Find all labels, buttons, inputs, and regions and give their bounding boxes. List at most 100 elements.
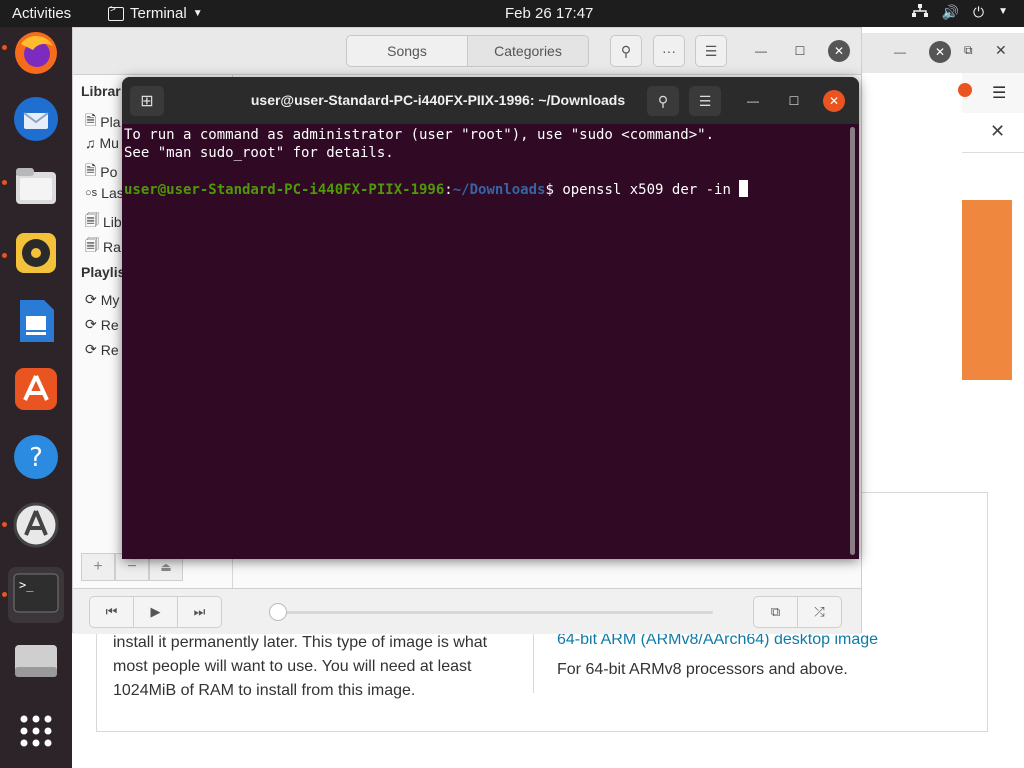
sidebar-item-play-queue[interactable]: 🗎 Pla — [85, 110, 121, 134]
restore-icon[interactable]: ⧉ — [964, 43, 973, 58]
running-indicator — [2, 253, 7, 258]
sidebar-item-my-top-rated[interactable]: ⟳ My — [85, 291, 119, 308]
menu-button[interactable]: ☰ — [695, 35, 727, 67]
arm-image-description: For 64-bit ARMv8 processors and above. — [557, 661, 848, 678]
dock-app-center[interactable] — [8, 363, 64, 419]
shuffle-button[interactable]: ⤮ — [797, 596, 842, 628]
terminal-scrollbar[interactable] — [850, 127, 855, 555]
close-icon[interactable]: ✕ — [990, 121, 1005, 142]
prompt-separator: : — [444, 182, 453, 198]
tab-categories[interactable]: Categories — [467, 35, 589, 67]
network-icon[interactable] — [911, 4, 928, 21]
writer-icon — [16, 298, 56, 349]
app-grid-icon — [19, 714, 53, 753]
sidebar-item-recently-added[interactable]: ⟳ Re — [85, 316, 119, 333]
browser-infobar: ✕ — [962, 113, 1024, 153]
lastfm-icon: ○s — [85, 187, 98, 199]
smart-playlist-icon: ⟳ — [85, 291, 97, 307]
search-button[interactable]: ⚲ — [610, 35, 642, 67]
play-icon: ▶ — [150, 604, 161, 619]
hamburger-menu-icon: ☰ — [698, 92, 712, 109]
terminal-line: To run a command as administrator (user … — [124, 127, 715, 143]
search-button[interactable]: ⚲ — [647, 86, 679, 116]
menu-button[interactable]: ☰ — [689, 86, 721, 116]
activities-button[interactable]: Activities — [12, 5, 71, 22]
shuffle-icon: ⤮ — [814, 604, 825, 619]
sidebar-item-podcasts[interactable]: 🗎 Po — [85, 160, 117, 184]
dock-show-apps[interactable] — [8, 705, 64, 761]
dock-files[interactable] — [8, 160, 64, 216]
ellipsis-icon: ··· — [662, 43, 676, 59]
previous-button[interactable]: ⏮ — [89, 596, 134, 628]
dock-terminal[interactable]: >_ — [8, 567, 64, 623]
sidebar-item-lastfm[interactable]: ○s Las — [85, 185, 124, 201]
chevron-down-icon[interactable]: ▼ — [998, 4, 1008, 21]
seek-slider[interactable] — [273, 611, 713, 614]
dock-software-updater[interactable] — [8, 499, 64, 555]
running-indicator — [2, 592, 7, 597]
close-button[interactable]: ✕ — [828, 40, 850, 62]
sidebar-item-music[interactable]: ♫ Mu — [85, 135, 119, 151]
system-tray[interactable]: 🔊 ⏻ ▼ — [911, 4, 1008, 21]
smart-playlist-icon: ⟳ — [85, 316, 97, 332]
tab-songs[interactable]: Songs — [346, 35, 468, 67]
play-button[interactable]: ▶ — [133, 596, 178, 628]
close-icon[interactable]: ✕ — [995, 42, 1007, 59]
running-indicator — [2, 45, 7, 50]
sidebar-item-librefm[interactable]: 🗐 Lib — [85, 210, 122, 234]
sidebar-item-label: Re — [100, 341, 119, 358]
minimize-button[interactable]: — — [742, 90, 764, 112]
sidebar-item-recently-played[interactable]: ⟳ Re — [85, 341, 119, 358]
next-button[interactable]: ⏭ — [177, 596, 222, 628]
terminal-output[interactable]: To run a command as administrator (user … — [124, 126, 844, 199]
skip-forward-icon: ⏭ — [193, 604, 206, 619]
dock-firefox[interactable] — [8, 27, 64, 83]
sidebar-item-label: Mu — [99, 135, 119, 151]
dock-help[interactable]: ? — [8, 431, 64, 487]
terminal-icon — [108, 4, 124, 21]
sidebar-item-radio[interactable]: 🗐 Ra — [85, 235, 121, 259]
minimize-button[interactable]: — — [894, 45, 906, 59]
close-button[interactable]: ✕ — [823, 90, 845, 112]
help-icon: ? — [13, 434, 59, 485]
ubuntu-logo-icon — [958, 83, 972, 97]
app-menu[interactable]: Terminal ▼ — [108, 4, 203, 22]
sidebar-item-label: Las — [101, 185, 124, 201]
dock-rhythmbox[interactable] — [8, 227, 64, 283]
search-icon: ⚲ — [657, 92, 669, 109]
browser-toolbar: ☰ — [958, 73, 1024, 113]
maximize-button[interactable]: ☐ — [783, 90, 805, 112]
volume-icon[interactable]: 🔊 — [942, 4, 959, 21]
firefox-icon — [13, 30, 59, 81]
radio-icon: 🗐 — [85, 237, 99, 253]
power-icon[interactable]: ⏻ — [973, 4, 984, 21]
prompt-dollar: $ — [545, 182, 563, 198]
svg-text:?: ? — [29, 443, 43, 473]
hamburger-menu-icon[interactable]: ☰ — [992, 83, 1006, 103]
add-icon[interactable]: + — [81, 553, 115, 581]
rhythmbox-header: Songs Categories ⚲ ··· ☰ — ☐ ✕ — [73, 28, 861, 75]
close-button[interactable]: ✕ — [929, 41, 951, 63]
minimize-button[interactable]: — — [750, 40, 772, 62]
maximize-button[interactable]: ☐ — [789, 40, 811, 62]
thunderbird-icon — [12, 95, 60, 148]
dock-thunderbird[interactable] — [8, 93, 64, 149]
repeat-icon: ⧉ — [770, 604, 781, 619]
librefm-icon: 🗐 — [85, 212, 99, 228]
dock-writer[interactable] — [8, 295, 64, 351]
repeat-button[interactable]: ⧉ — [753, 596, 798, 628]
orange-banner — [962, 200, 1012, 380]
terminal-titlebar: ⊞ user@user-Standard-PC-i440FX-PIIX-1996… — [122, 77, 859, 124]
seek-slider-handle[interactable] — [269, 603, 287, 621]
dock: ? >_ — [0, 27, 72, 768]
more-options-button[interactable]: ··· — [653, 35, 685, 67]
clock[interactable]: Feb 26 17:47 — [505, 5, 593, 22]
command-input[interactable]: openssl x509 der -in — [562, 182, 739, 198]
sidebar-item-label: My — [100, 291, 120, 308]
playlists-heading: Playlis — [81, 264, 126, 280]
drive-icon — [13, 641, 59, 686]
prompt-path: ~/Downloads — [452, 182, 546, 198]
dock-drive[interactable] — [8, 635, 64, 691]
running-indicator — [2, 180, 7, 185]
